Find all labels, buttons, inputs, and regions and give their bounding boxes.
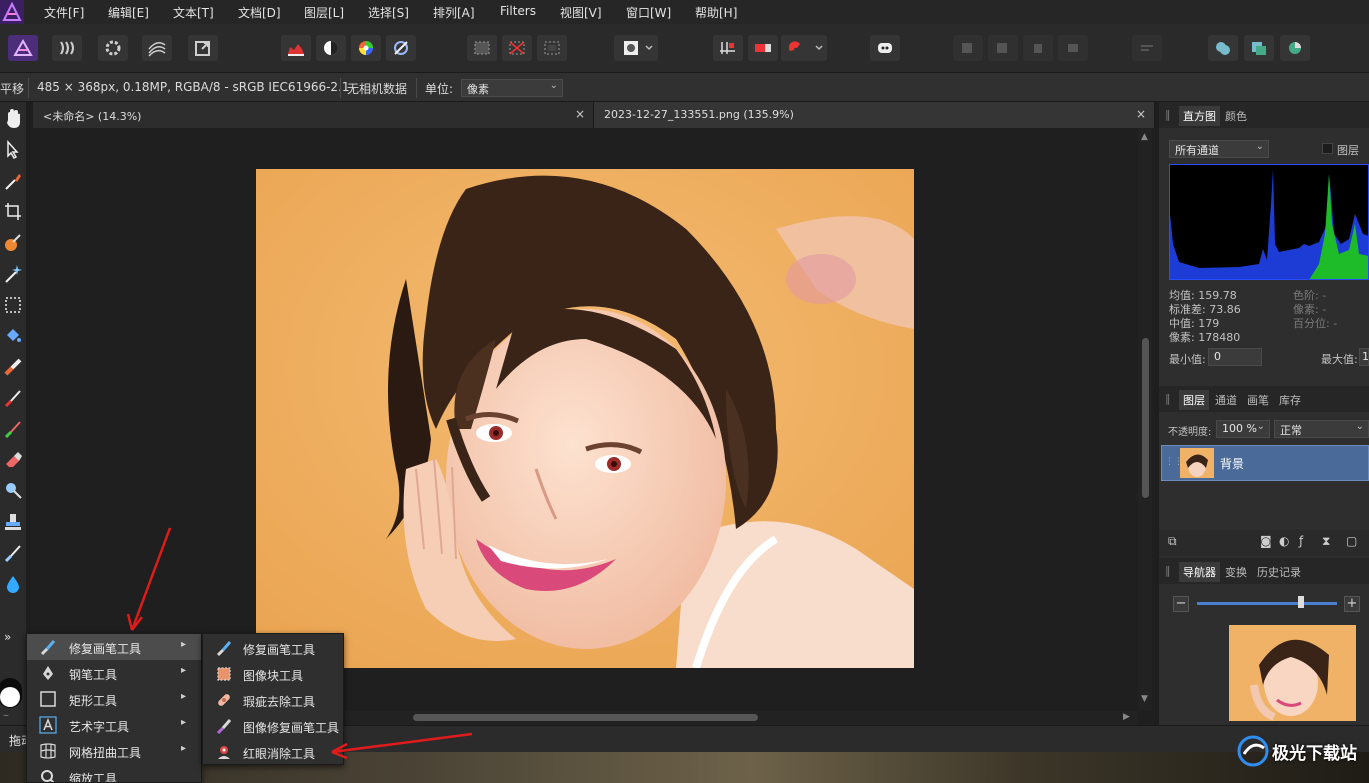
watermark: 极光下载站 xyxy=(1236,730,1366,776)
annotation-arrow-2 xyxy=(331,732,473,754)
annotation-arrow-1 xyxy=(130,527,172,631)
watermark-logo-icon xyxy=(1237,735,1269,767)
annotation-arrows-overlay xyxy=(126,527,473,760)
watermark-text: 极光下载站 xyxy=(1272,744,1357,764)
